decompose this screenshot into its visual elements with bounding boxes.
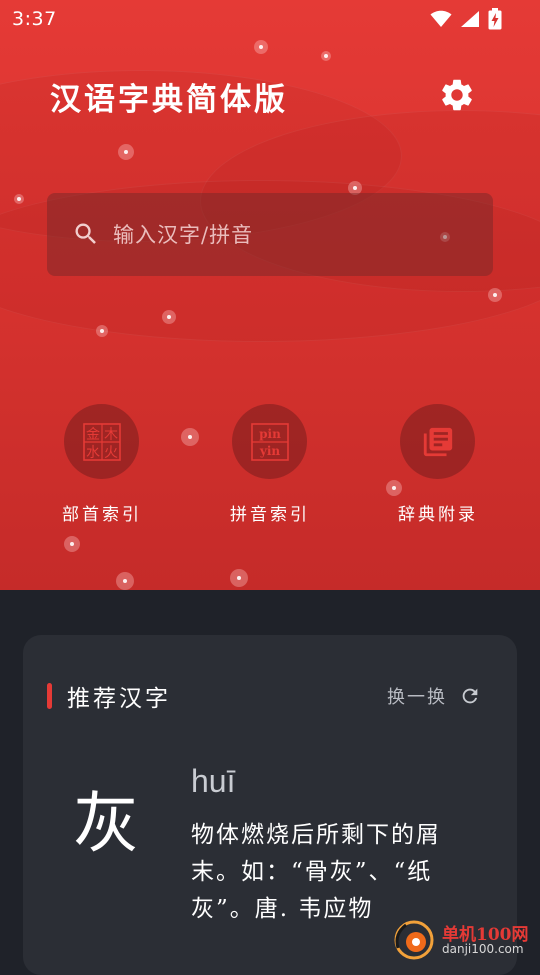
- nav-dictionary-appendix[interactable]: 辞典附录: [368, 404, 508, 534]
- battery-charging-icon: [488, 8, 502, 30]
- radical-glyph: 火: [104, 445, 118, 461]
- decor-dot: [254, 40, 268, 54]
- pinyin-glyph: yin: [258, 444, 280, 458]
- refresh-button[interactable]: 换一换: [387, 682, 481, 710]
- decor-dot: [14, 194, 24, 204]
- nav-pinyin-index-label: 拼音索引: [230, 505, 310, 525]
- pinyin-glyph: pin: [259, 427, 281, 441]
- nav-dictionary-appendix-circle: [400, 404, 475, 479]
- nav-dictionary-appendix-label: 辞典附录: [398, 505, 478, 525]
- pinyin-icon: pin yin: [250, 422, 289, 461]
- character-definition[interactable]: 物体燃烧后所剩下的屑末。如：“骨灰”、“纸灰”。唐. 韦应物: [191, 817, 481, 928]
- recommend-title: 推荐汉字: [67, 686, 171, 712]
- nav-radical-index-circle: 金 木 水 火: [64, 404, 139, 479]
- decor-dot: [230, 569, 248, 587]
- radical-glyph: 水: [86, 445, 100, 461]
- nav-radical-index-label: 部首索引: [62, 505, 142, 525]
- status-icons: [430, 8, 502, 30]
- nav-pinyin-index-circle: pin yin: [232, 404, 307, 479]
- decor-dot: [488, 288, 502, 302]
- search-icon: [75, 223, 96, 244]
- decor-dot: [118, 144, 134, 160]
- site-watermark: 单机100网 danji100.com: [392, 918, 540, 960]
- status-bar: 3:37: [0, 0, 540, 38]
- app-title: 汉语字典简体版: [50, 82, 288, 118]
- radical-glyph: 木: [104, 427, 118, 443]
- signal-icon: [461, 11, 479, 27]
- refresh-label: 换一换: [387, 687, 447, 708]
- search-input[interactable]: [113, 220, 473, 250]
- radical-glyph: 金: [86, 427, 100, 443]
- gear-icon: [442, 79, 472, 111]
- watermark-logo-icon: [394, 920, 434, 960]
- radical-grid-icon: 金 木 水 火: [82, 422, 121, 461]
- decor-dot: [116, 572, 134, 590]
- status-time: 3:37: [12, 8, 57, 30]
- accent-bar: [47, 683, 52, 709]
- wifi-icon: [430, 10, 452, 27]
- decor-dot: [321, 51, 331, 61]
- book-list-icon: [423, 427, 452, 456]
- watermark-url: danji100.com: [442, 942, 524, 956]
- settings-button[interactable]: [438, 76, 476, 114]
- decor-dot: [181, 428, 199, 446]
- decor-dot: [162, 310, 176, 324]
- decor-dot: [64, 536, 80, 552]
- refresh-icon: [462, 688, 478, 704]
- nav-radical-index[interactable]: 金 木 水 火 部首索引: [32, 404, 172, 534]
- character-pinyin: huī: [191, 763, 236, 799]
- decor-dot: [96, 325, 108, 337]
- nav-pinyin-index[interactable]: pin yin 拼音索引: [200, 404, 340, 534]
- recommended-character[interactable]: 灰: [73, 770, 139, 866]
